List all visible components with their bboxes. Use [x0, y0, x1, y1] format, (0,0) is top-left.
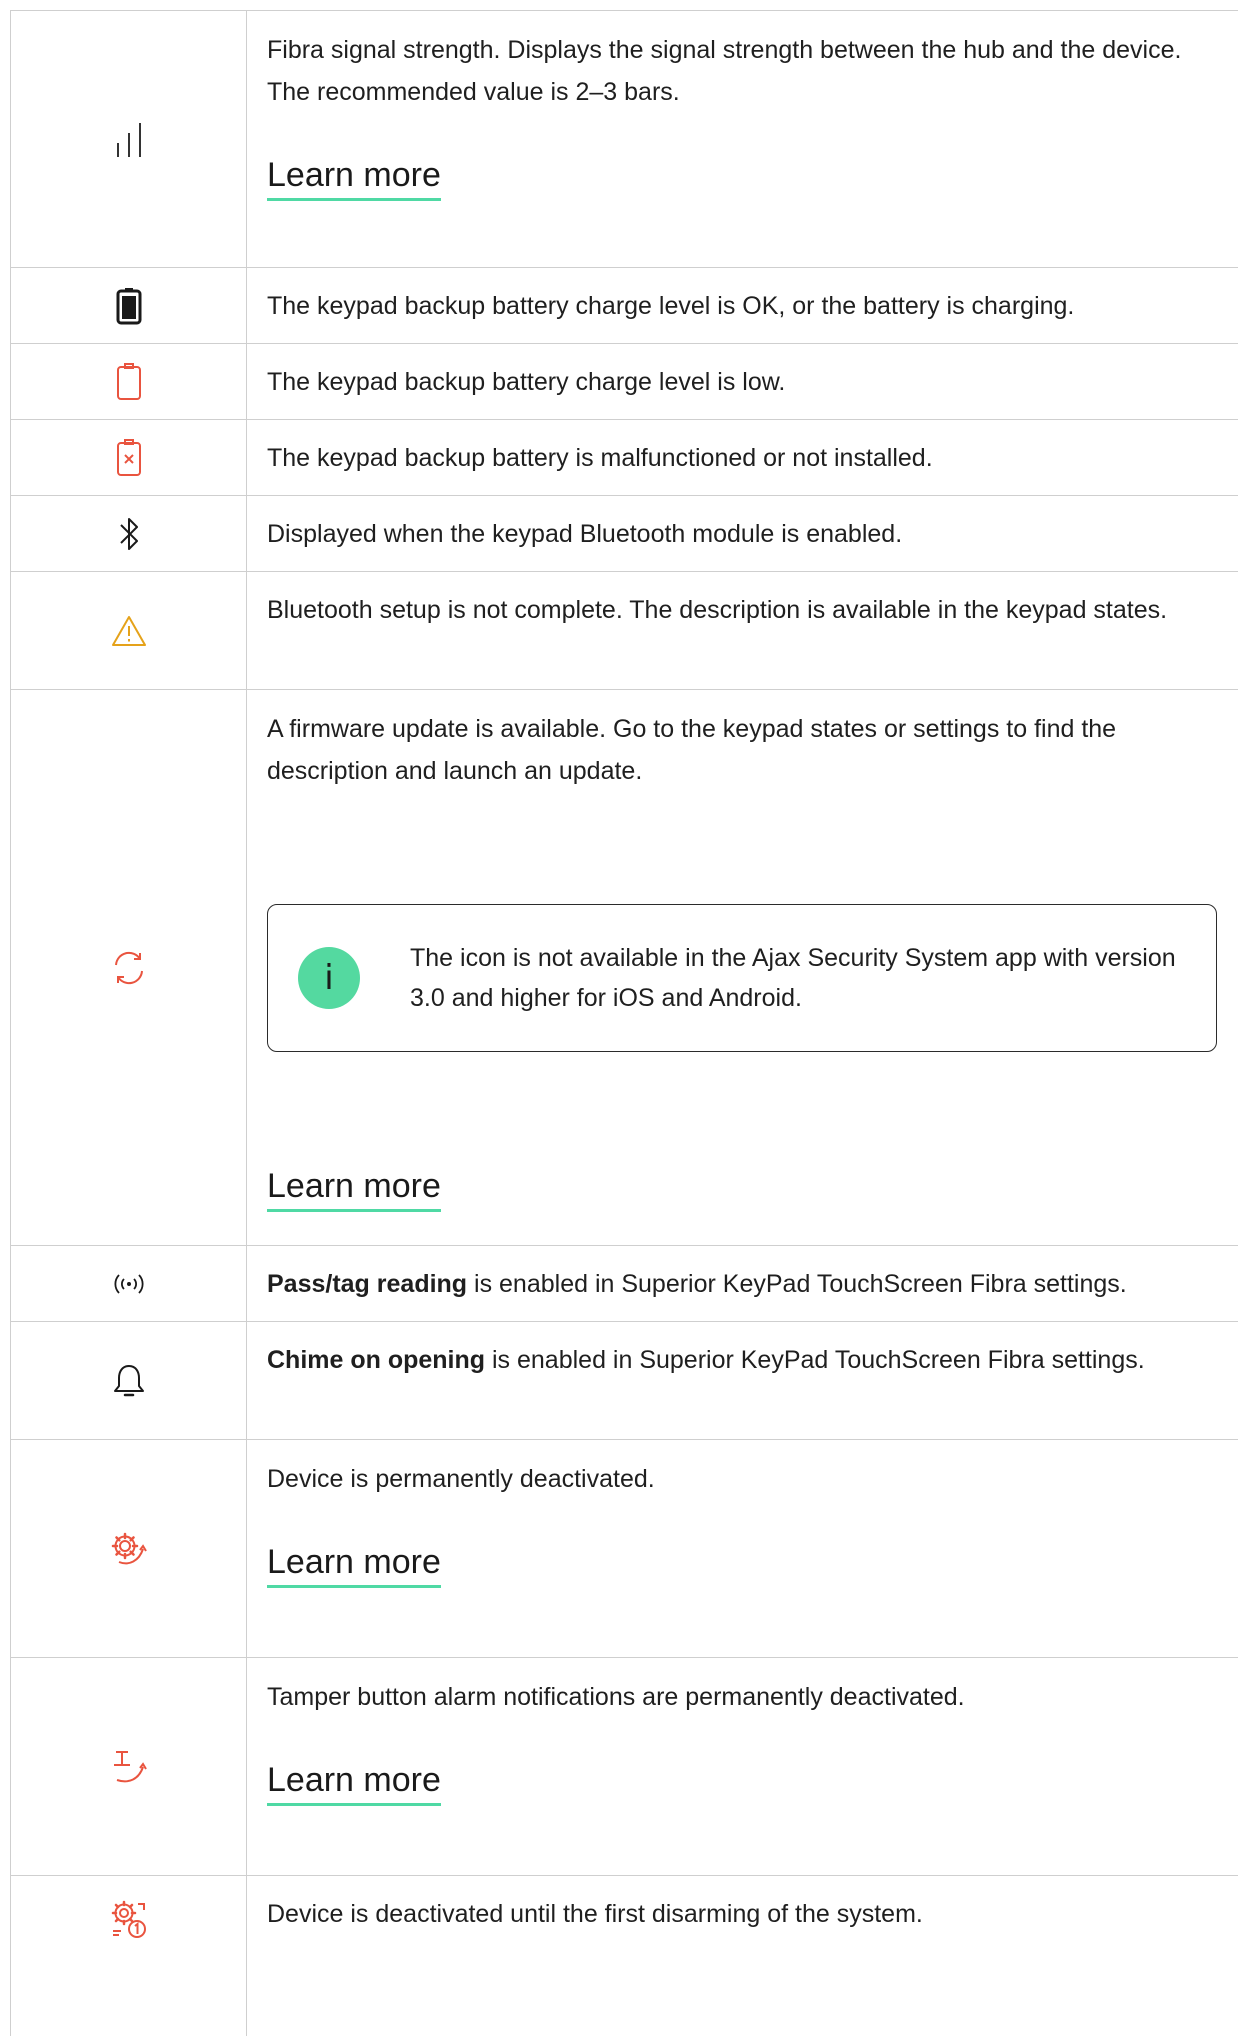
firmware-update-icon [109, 948, 149, 988]
info-note: i The icon is not available in the Ajax … [267, 904, 1217, 1052]
setting-name: Chime on opening [267, 1346, 486, 1374]
description-cell: The keypad backup battery charge level i… [247, 344, 1238, 419]
icon-cell [10, 344, 247, 419]
table-row: Pass/tag reading is enabled in Superior … [10, 1246, 1238, 1322]
description-text: The keypad backup battery charge level i… [267, 292, 1075, 320]
icon-cell [10, 496, 247, 571]
table-row: The keypad backup battery charge level i… [10, 344, 1238, 420]
description-text: The keypad backup battery is malfunction… [267, 444, 933, 472]
table-row: Displayed when the keypad Bluetooth modu… [10, 496, 1238, 572]
chime-bell-icon [112, 1362, 146, 1400]
icon-cell [10, 1322, 247, 1439]
learn-more-link[interactable]: Learn more [267, 153, 441, 201]
info-icon: i [298, 947, 360, 1009]
table-row: Device is permanently deactivated. Learn… [10, 1440, 1238, 1658]
table-row: Fibra signal strength. Displays the sign… [10, 11, 1238, 268]
icon-cell [10, 1658, 247, 1875]
description-cell: Displayed when the keypad Bluetooth modu… [247, 496, 1238, 571]
deactivated-until-disarm-icon [108, 1898, 150, 1940]
learn-more-link[interactable]: Learn more [267, 1164, 441, 1212]
table-row: Device is deactivated until the first di… [10, 1876, 1238, 2036]
device-deactivated-icon [109, 1529, 149, 1569]
description-cell: The keypad backup battery is malfunction… [247, 420, 1238, 495]
table-row: Chime on opening is enabled in Superior … [10, 1322, 1238, 1440]
icon-cell [10, 1246, 247, 1321]
description-text: Chime on opening is enabled in Superior … [267, 1339, 1220, 1381]
description-cell: Tamper button alarm notifications are pe… [247, 1658, 1238, 1875]
description-cell: A firmware update is available. Go to th… [247, 690, 1238, 1245]
description-text: Pass/tag reading is enabled in Superior … [267, 1263, 1220, 1305]
icon-cell [10, 420, 247, 495]
bluetooth-icon [117, 516, 141, 552]
description-text: Displayed when the keypad Bluetooth modu… [267, 520, 903, 548]
description-rest: is enabled in Superior KeyPad TouchScree… [485, 1346, 1145, 1374]
description-rest: is enabled in Superior KeyPad TouchScree… [467, 1270, 1127, 1298]
description-cell: Device is deactivated until the first di… [247, 1876, 1238, 2036]
pass-tag-reading-icon [109, 1271, 149, 1297]
battery-ok-icon [116, 287, 142, 325]
icon-cell [10, 690, 247, 1245]
icons-table: Fibra signal strength. Displays the sign… [10, 10, 1238, 2036]
icon-cell [10, 268, 247, 343]
description-cell: Pass/tag reading is enabled in Superior … [247, 1246, 1238, 1321]
description-cell: Device is permanently deactivated. Learn… [247, 1440, 1238, 1657]
tamper-deactivated-icon [109, 1747, 149, 1787]
table-row: The keypad backup battery is malfunction… [10, 420, 1238, 496]
description-text: Device is deactivated until the first di… [267, 1900, 923, 1928]
warning-icon [111, 614, 147, 648]
description-text: The keypad backup battery charge level i… [267, 368, 786, 396]
description-text: A firmware update is available. Go to th… [267, 715, 1117, 785]
table-row: The keypad backup battery charge level i… [10, 268, 1238, 344]
battery-error-icon [116, 438, 142, 477]
icon-cell [10, 1440, 247, 1657]
description-text: Fibra signal strength. Displays the sign… [267, 36, 1182, 106]
description-text: Bluetooth setup is not complete. The des… [267, 596, 1168, 624]
learn-more-link[interactable]: Learn more [267, 1540, 441, 1588]
table-row: Bluetooth setup is not complete. The des… [10, 572, 1238, 690]
description-text: Tamper button alarm notifications are pe… [267, 1683, 965, 1711]
learn-more-link[interactable]: Learn more [267, 1758, 441, 1806]
info-note-text: The icon is not available in the Ajax Se… [410, 944, 1176, 1012]
table-row: A firmware update is available. Go to th… [10, 690, 1238, 1246]
icon-cell [10, 1876, 247, 2036]
table-row: Tamper button alarm notifications are pe… [10, 1658, 1238, 1876]
battery-low-icon [116, 362, 142, 401]
signal-strength-icon [109, 119, 149, 159]
icon-cell [10, 11, 247, 267]
setting-name: Pass/tag reading [267, 1270, 468, 1298]
description-cell: Fibra signal strength. Displays the sign… [247, 11, 1238, 267]
description-cell: Bluetooth setup is not complete. The des… [247, 572, 1238, 689]
description-cell: The keypad backup battery charge level i… [247, 268, 1238, 343]
description-text: Device is permanently deactivated. [267, 1465, 655, 1493]
icon-cell [10, 572, 247, 689]
description-cell: Chime on opening is enabled in Superior … [247, 1322, 1238, 1439]
